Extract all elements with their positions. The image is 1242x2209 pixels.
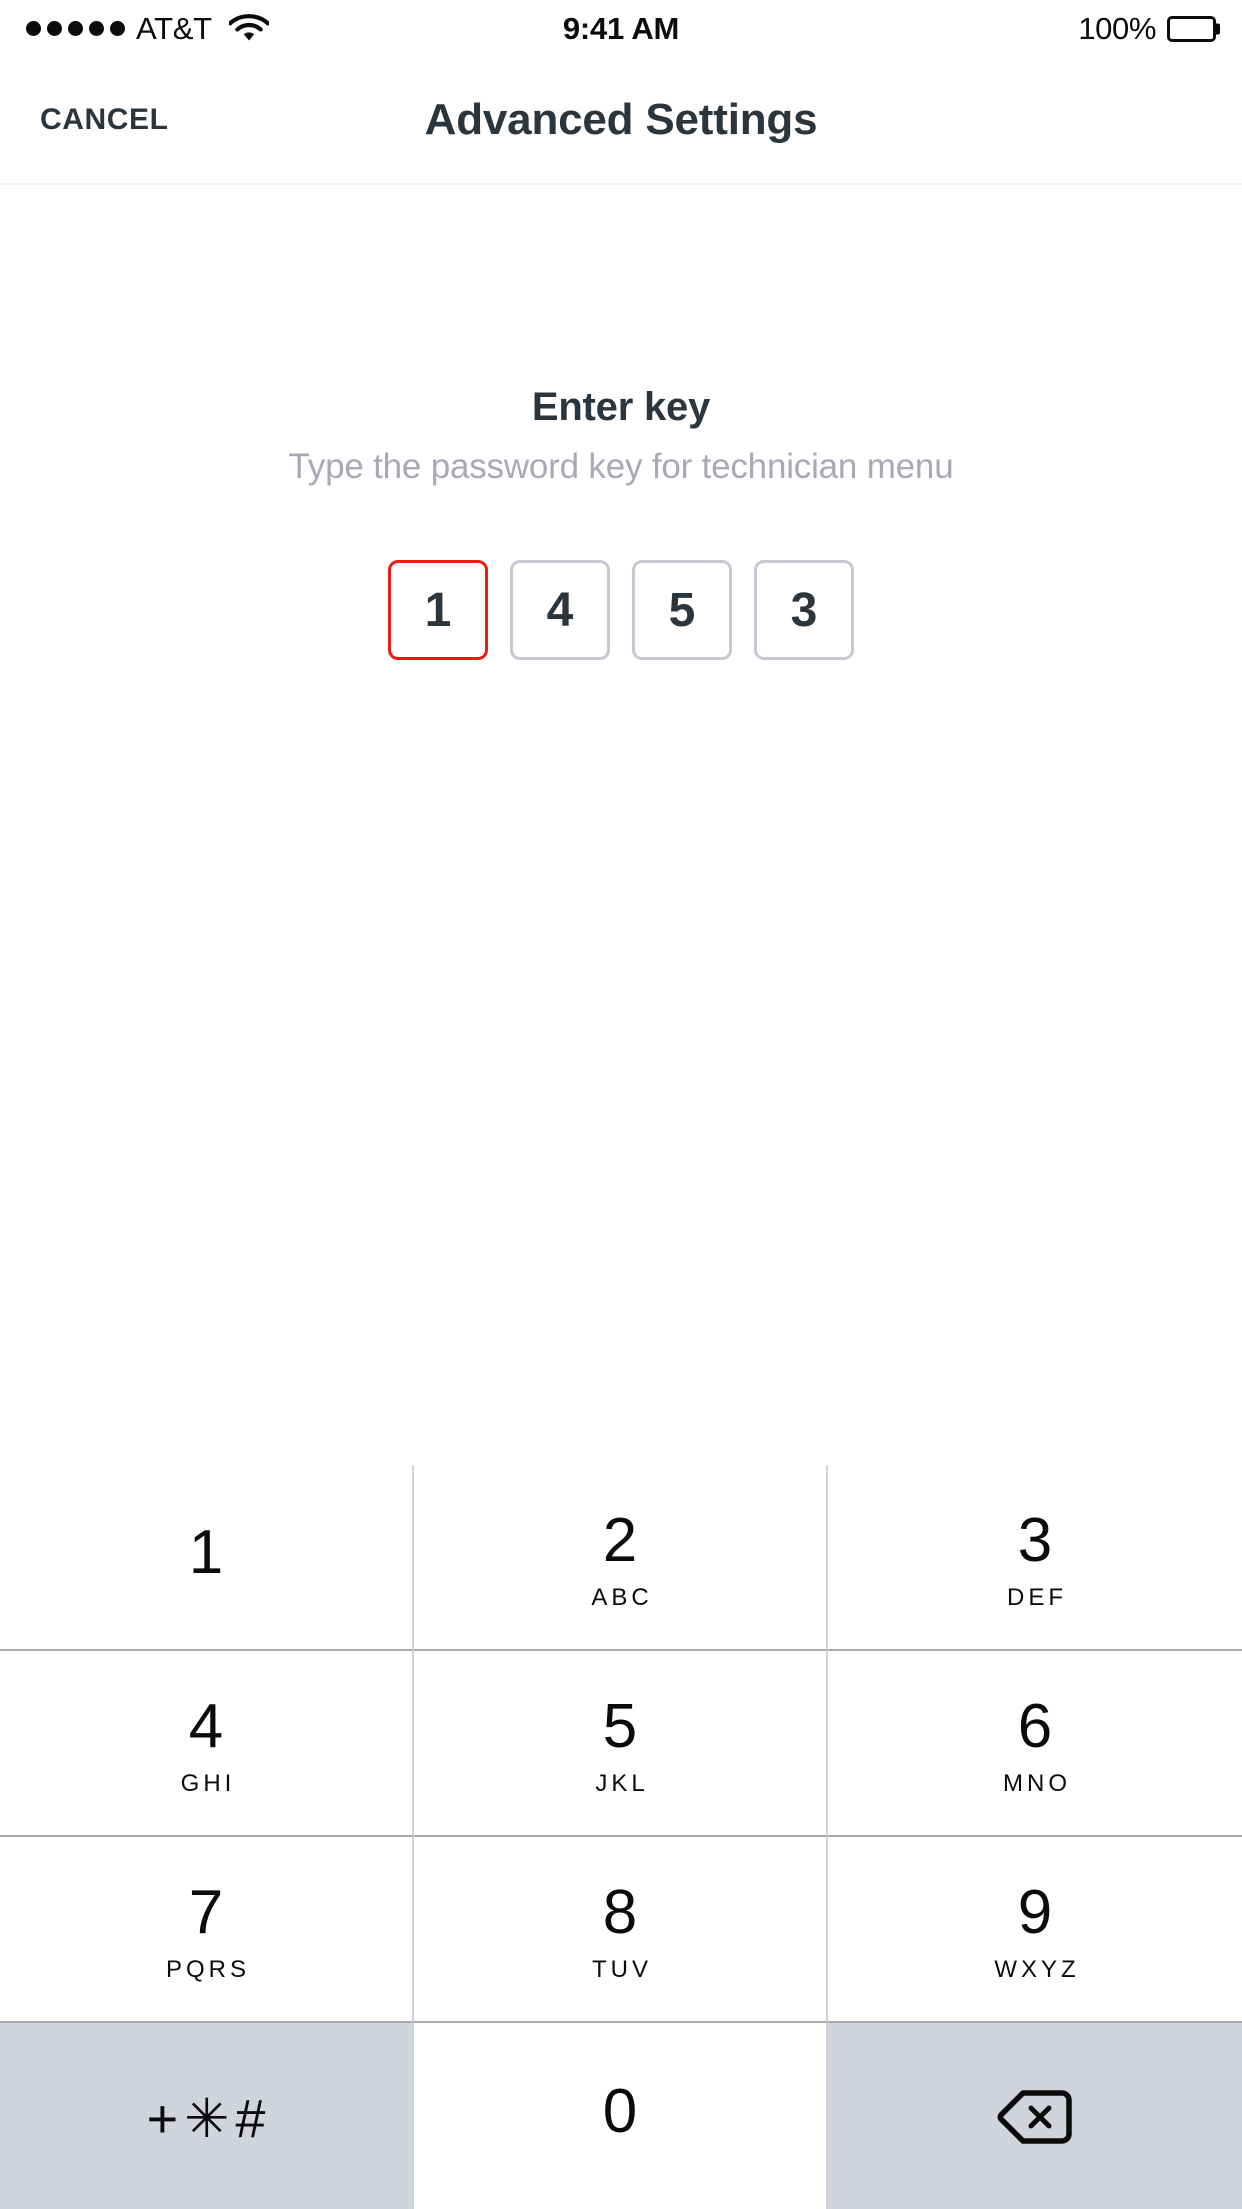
keypad-key-6[interactable]: 6 MNO bbox=[828, 1651, 1242, 1837]
keypad-letters-8: TUV bbox=[592, 1956, 652, 1983]
keypad-digit-3: 3 bbox=[1017, 1506, 1053, 1575]
passcode-digit-box-3[interactable]: 5 bbox=[632, 560, 732, 660]
main-content: Enter key Type the password key for tech… bbox=[0, 185, 1242, 1465]
status-bar: AT&T 9:41 AM 100% bbox=[0, 0, 1242, 57]
enter-key-heading: Enter key bbox=[531, 385, 711, 429]
battery-full-icon bbox=[1167, 15, 1221, 42]
keypad-digit-7: 7 bbox=[188, 1878, 224, 1947]
passcode-entry-group: 1 4 5 3 bbox=[0, 560, 1242, 660]
keypad-letters-6: MNO bbox=[1003, 1770, 1071, 1797]
battery-percent-label: 100% bbox=[1078, 11, 1157, 46]
keypad-key-8[interactable]: 8 TUV bbox=[414, 1837, 828, 2023]
keypad-digit-4: 4 bbox=[188, 1692, 224, 1761]
status-bar-clock: 9:41 AM bbox=[562, 11, 680, 46]
keypad-key-9[interactable]: 9 WXYZ bbox=[828, 1837, 1242, 2023]
keypad-letters-4: GHI bbox=[180, 1770, 236, 1797]
keypad-digit-1: 1 bbox=[188, 1518, 224, 1587]
keypad-digit-6: 6 bbox=[1017, 1692, 1053, 1761]
keypad-letters-5: JKL bbox=[595, 1770, 649, 1797]
keypad-digit-8: 8 bbox=[602, 1878, 638, 1947]
passcode-digit-box-1[interactable]: 1 bbox=[388, 560, 488, 660]
keypad-digit-9: 9 bbox=[1017, 1878, 1053, 1947]
keypad-key-2[interactable]: 2 ABC bbox=[414, 1465, 828, 1651]
keypad-letters-3: DEF bbox=[1007, 1584, 1067, 1611]
wifi-icon bbox=[227, 12, 270, 46]
carrier-label: AT&T bbox=[136, 11, 212, 46]
status-bar-right: 100% bbox=[679, 11, 1221, 46]
plus-star-hash-icon: +✳# bbox=[146, 2089, 272, 2149]
keypad-letters-2: ABC bbox=[591, 1584, 653, 1611]
keypad-key-1[interactable]: 1 bbox=[0, 1465, 414, 1651]
keypad-key-7[interactable]: 7 PQRS bbox=[0, 1837, 414, 2023]
keypad-key-symbols[interactable]: +✳# bbox=[0, 2023, 414, 2209]
keypad-digit-0: 0 bbox=[602, 2077, 638, 2146]
keypad-key-5[interactable]: 5 JKL bbox=[414, 1651, 828, 1837]
numeric-keypad: 1 2 ABC 3 DEF 4 GHI 5 JKL 6 MNO 7 PQRS 8… bbox=[0, 1465, 1242, 2209]
keypad-key-3[interactable]: 3 DEF bbox=[828, 1465, 1242, 1651]
keypad-letters-7: PQRS bbox=[165, 1956, 250, 1983]
keypad-letters-9: WXYZ bbox=[994, 1956, 1080, 1983]
enter-key-subtitle: Type the password key for technician men… bbox=[288, 447, 954, 486]
keypad-digit-2: 2 bbox=[602, 1506, 638, 1575]
backspace-delete-icon bbox=[997, 2088, 1073, 2151]
keypad-key-0[interactable]: 0 bbox=[414, 2023, 828, 2209]
keypad-key-4[interactable]: 4 GHI bbox=[0, 1651, 414, 1837]
passcode-digit-box-4[interactable]: 3 bbox=[754, 560, 854, 660]
status-bar-left: AT&T bbox=[26, 12, 563, 46]
keypad-digit-5: 5 bbox=[602, 1692, 638, 1761]
navigation-bar: CANCEL Advanced Settings bbox=[0, 57, 1242, 185]
keypad-key-delete[interactable] bbox=[828, 2023, 1242, 2209]
page-title: Advanced Settings bbox=[424, 95, 818, 144]
passcode-digit-box-2[interactable]: 4 bbox=[510, 560, 610, 660]
signal-dots-icon bbox=[26, 21, 125, 36]
